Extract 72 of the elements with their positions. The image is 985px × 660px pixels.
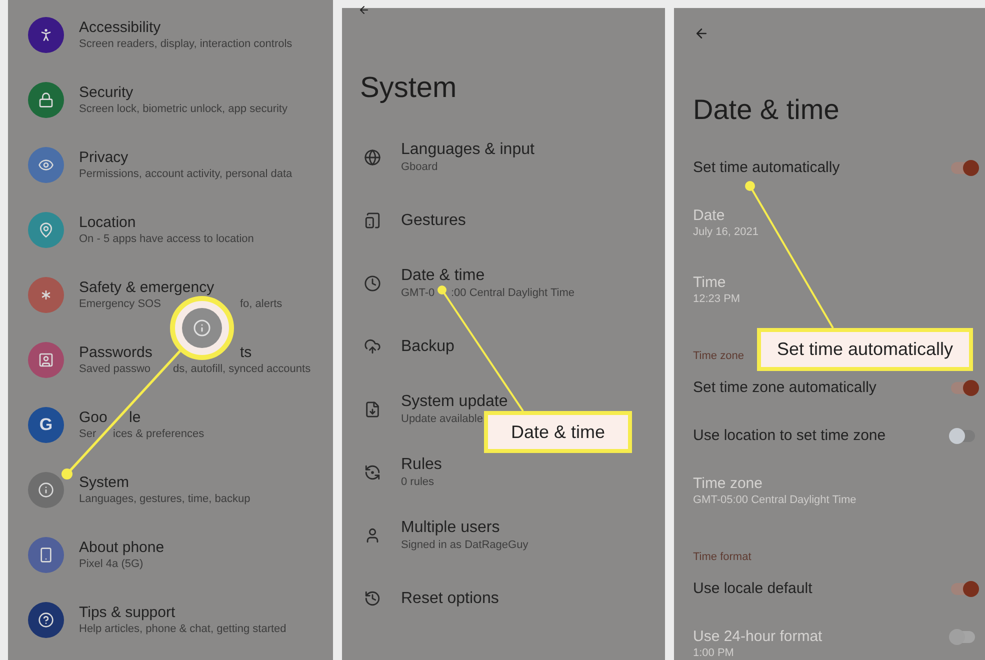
map-pin-icon bbox=[38, 222, 54, 238]
item-title[interactable]: Gestures bbox=[401, 210, 466, 230]
download-icon bbox=[364, 401, 381, 418]
setting-subtitle: July 16, 2021 bbox=[693, 226, 758, 239]
item-title: About phone bbox=[79, 538, 164, 556]
item-subtitle: On - 5 apps have access to location bbox=[79, 232, 254, 246]
callout-label: Date & time bbox=[484, 411, 632, 453]
cloud-upload-icon bbox=[364, 338, 381, 355]
rotate-icon bbox=[364, 464, 381, 481]
phone-icon bbox=[38, 546, 54, 562]
section-header: Time zone bbox=[693, 350, 744, 362]
item-title: Location bbox=[79, 214, 136, 232]
item-title: Safety & emergency bbox=[79, 278, 214, 296]
section-header: Time format bbox=[693, 551, 752, 563]
callout-label: Set time automatically bbox=[757, 328, 973, 371]
setting-subtitle: 1:00 PM bbox=[693, 647, 734, 660]
item-title[interactable]: Reset options bbox=[401, 588, 499, 608]
setting-title[interactable]: Use location to set time zone bbox=[693, 426, 886, 445]
info-icon bbox=[38, 482, 54, 498]
google-letter-icon: G bbox=[39, 414, 53, 434]
item-title: Passwords bbox=[79, 344, 152, 362]
item-title[interactable]: System update bbox=[401, 392, 508, 412]
eye-icon bbox=[38, 156, 54, 172]
user-icon bbox=[364, 527, 381, 544]
item-title[interactable]: Date & time bbox=[401, 266, 485, 286]
item-title[interactable]: Multiple users bbox=[401, 518, 500, 538]
toggle-switch[interactable] bbox=[951, 430, 975, 442]
item-subtitle: Screen lock, biometric unlock, app security bbox=[79, 102, 288, 116]
globe-icon bbox=[364, 149, 381, 166]
item-subtitle: Update available bbox=[401, 412, 483, 427]
item-subtitle: Ser bbox=[79, 426, 96, 440]
screen-title: System bbox=[360, 71, 458, 105]
item-subtitle: ices & preferences bbox=[113, 426, 204, 440]
item-title: ts bbox=[240, 344, 252, 362]
setting-subtitle: GMT-05:00 Central Daylight Time bbox=[693, 494, 856, 507]
clock-icon bbox=[364, 275, 381, 292]
item-subtitle: 0 rules bbox=[401, 475, 434, 490]
item-subtitle: GMT-0 bbox=[401, 286, 435, 301]
item-subtitle: Languages, gestures, time, backup bbox=[79, 492, 250, 506]
id-card-icon bbox=[38, 352, 54, 368]
item-title: Privacy bbox=[79, 148, 128, 166]
item-title[interactable]: Backup bbox=[401, 336, 454, 356]
item-subtitle: Help articles, phone & chat, getting started bbox=[79, 622, 286, 636]
setting-title[interactable]: Set time automatically bbox=[693, 158, 840, 177]
setting-title[interactable]: Use locale default bbox=[693, 579, 812, 598]
item-title: Tips & support bbox=[79, 604, 176, 622]
item-subtitle: fo, alerts bbox=[240, 296, 282, 310]
phone-icon bbox=[364, 212, 381, 229]
item-title: le bbox=[129, 408, 141, 426]
item-subtitle: Signed in as DatRageGuy bbox=[401, 538, 528, 553]
setting-title[interactable]: Set time zone automatically bbox=[693, 378, 876, 397]
history-icon bbox=[364, 590, 381, 607]
item-title: Accessibility bbox=[79, 18, 161, 36]
help-icon bbox=[38, 612, 54, 628]
item-subtitle: Pixel 4a (5G) bbox=[79, 556, 144, 570]
setting-subtitle: 12:23 PM bbox=[693, 293, 740, 306]
item-subtitle: Saved passwo bbox=[79, 362, 151, 376]
item-subtitle: Screen readers, display, interaction controls bbox=[79, 36, 292, 50]
item-title: System bbox=[79, 474, 130, 492]
item-subtitle: :00 Central Daylight Time bbox=[451, 286, 574, 301]
info-icon bbox=[193, 319, 211, 337]
item-subtitle: ds, autofill, synced accounts bbox=[173, 362, 311, 376]
item-subtitle: Emergency SOS bbox=[79, 296, 161, 310]
item-subtitle: Permissions, account activity, personal data bbox=[79, 166, 292, 180]
item-title: Goo bbox=[79, 408, 108, 426]
item-title[interactable]: Languages & input bbox=[401, 140, 534, 160]
item-title: Security bbox=[79, 84, 134, 102]
item-title[interactable]: Rules bbox=[401, 455, 442, 475]
lock-icon bbox=[38, 92, 54, 108]
item-subtitle: Gboard bbox=[401, 160, 438, 175]
screen-title: Date & time bbox=[693, 93, 840, 127]
back-arrow-icon[interactable] bbox=[358, 4, 370, 16]
